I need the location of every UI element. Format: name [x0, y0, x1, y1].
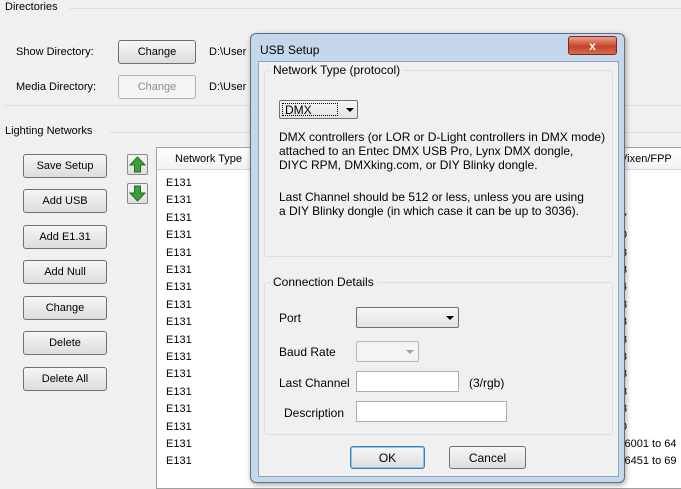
protocol-description-line: DMX controllers (or LOR or D-Light contr… [279, 130, 606, 144]
cell-network-type: E131 [166, 455, 192, 468]
change-button[interactable]: Change [23, 296, 107, 320]
network-type-legend: Network Type (protocol) [270, 63, 404, 77]
close-icon: x [589, 38, 596, 53]
port-label: Port [279, 311, 302, 325]
show-directory-path: D:\User [209, 46, 247, 58]
connection-details-legend: Connection Details [270, 275, 377, 289]
protocol-description-line: DIYC RPM, DMXking.com, or DIY Blinky don… [279, 158, 538, 172]
protocol-select[interactable]: DMX [279, 100, 358, 119]
description-label: Description [284, 406, 345, 420]
ok-button[interactable]: OK [350, 446, 425, 469]
column-header-vixen[interactable]: Vixen/FPP [617, 148, 681, 170]
cell-network-type: E131 [166, 333, 192, 346]
chevron-down-icon [346, 108, 354, 112]
cell-network-type: E131 [166, 351, 192, 363]
cell-network-type: E131 [166, 194, 192, 207]
cell-network-type: E131 [166, 316, 192, 329]
last-channel-label: Last Channel [279, 376, 350, 390]
cell-network-type: E131 [166, 368, 192, 381]
protocol-description-line: attached to an Entec DMX USB Pro, Lynx D… [279, 144, 574, 158]
column-header-network-type[interactable]: Network Type [157, 148, 257, 170]
cell-network-type: E131 [166, 211, 192, 224]
chevron-down-icon [406, 350, 414, 354]
move-up-button[interactable] [127, 154, 148, 175]
up-arrow-icon [128, 156, 147, 173]
last-channel-input[interactable] [356, 371, 459, 392]
protocol-description: DMX controllers (or LOR or D-Light contr… [279, 130, 605, 172]
media-directory-path: D:\User [209, 81, 247, 93]
cell-network-type: E131 [166, 229, 192, 242]
cell-network-type: E131 [166, 281, 192, 294]
cell-network-type: E131 [166, 385, 192, 398]
show-directory-change-button[interactable]: Change [118, 40, 196, 64]
cell-network-type: E131 [166, 264, 192, 276]
dialog-title: USB Setup [260, 43, 320, 57]
add-e131-button[interactable]: Add E1.31 [23, 225, 107, 249]
cancel-button[interactable]: Cancel [449, 446, 526, 469]
directories-divider [70, 8, 681, 9]
move-down-button[interactable] [127, 183, 148, 204]
save-setup-button[interactable]: Save Setup [23, 154, 107, 178]
directories-title: Directories [5, 1, 58, 13]
baud-rate-label: Baud Rate [279, 345, 336, 359]
last-channel-note: Last Channel should be 512 or less, unle… [279, 190, 584, 218]
baud-rate-select[interactable] [356, 341, 419, 362]
last-channel-note-line: Last Channel should be 512 or less, unle… [279, 190, 584, 204]
cell-network-type: E131 [166, 420, 192, 433]
cell-network-type: E131 [166, 403, 192, 416]
delete-button[interactable]: Delete [23, 331, 107, 355]
chevron-down-icon [446, 316, 454, 320]
media-directory-label: Media Directory: [16, 81, 97, 93]
down-arrow-icon [128, 185, 147, 202]
add-usb-button[interactable]: Add USB [23, 189, 107, 213]
last-channel-note-line: a DIY Blinky dongle (in which case it ca… [279, 204, 579, 218]
delete-all-button[interactable]: Delete All [23, 367, 107, 391]
media-directory-change-button[interactable]: Change [118, 75, 196, 99]
protocol-select-value: DMX [285, 103, 312, 117]
usb-setup-dialog: USB Setup x Network Type (protocol) DMX … [250, 33, 625, 483]
description-input[interactable] [356, 401, 507, 422]
cell-network-type: E131 [166, 177, 192, 189]
cell-network-type: E131 [166, 438, 192, 450]
dialog-body: Network Type (protocol) DMX DMX controll… [258, 61, 619, 477]
add-null-button[interactable]: Add Null [23, 260, 107, 284]
lighting-networks-title: Lighting Networks [5, 125, 93, 137]
show-directory-label: Show Directory: [16, 46, 94, 58]
dialog-close-button[interactable]: x [568, 36, 617, 55]
port-select[interactable] [356, 307, 459, 328]
rgb-hint: (3/rgb) [469, 376, 505, 390]
cell-network-type: E131 [166, 298, 192, 311]
cell-network-type: E131 [166, 246, 192, 259]
